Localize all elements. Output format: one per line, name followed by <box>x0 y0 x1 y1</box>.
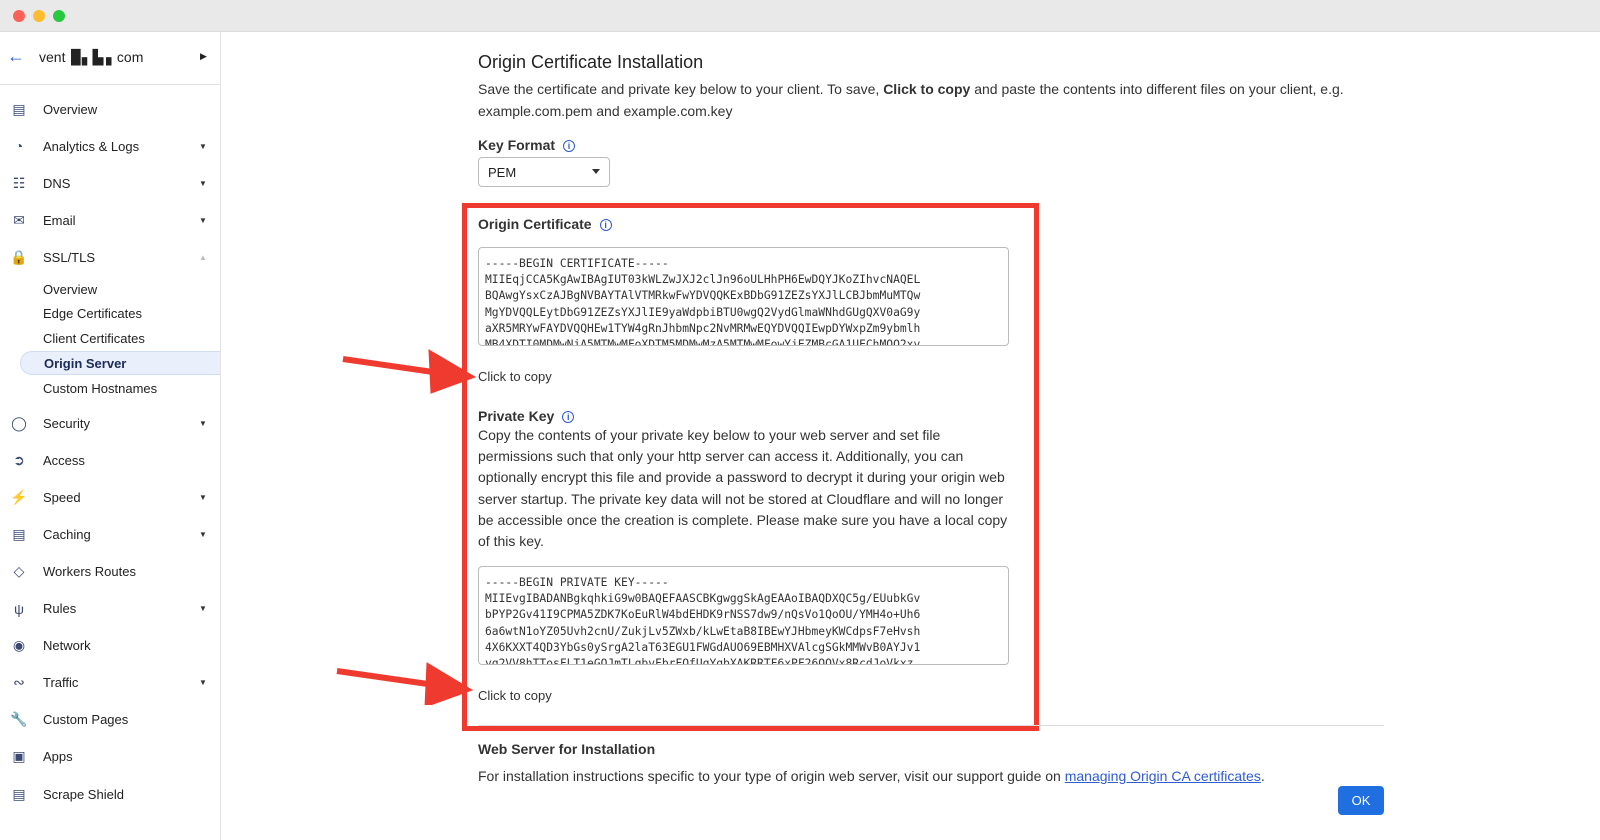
chevron-down-icon: ▼ <box>199 141 207 151</box>
sidebar-item-overview[interactable]: ▤ Overview <box>0 94 220 124</box>
sidebar-item-security[interactable]: ◯ Security ▼ <box>0 408 220 438</box>
info-icon[interactable]: i <box>563 140 576 152</box>
sidebar-item-label: Analytics & Logs <box>43 138 140 154</box>
caret-right-icon: ▶ <box>200 51 207 61</box>
envelope-icon: ✉ <box>13 211 25 228</box>
pie-chart-icon: ◔ <box>14 138 24 155</box>
sidebar-item-label: Caching <box>43 526 91 542</box>
bolt-icon: ⚡ <box>10 488 28 505</box>
sidebar-subitem-custom-hostnames[interactable]: Custom Hostnames <box>20 376 220 400</box>
divider <box>478 725 1384 726</box>
private-key-description: Copy the contents of your private key be… <box>478 427 1008 550</box>
sidebar-item-dns[interactable]: ☷ DNS ▼ <box>0 168 220 198</box>
access-icon: ➲ <box>13 451 25 468</box>
sidebar-item-caching[interactable]: ▤ Caching ▼ <box>0 519 220 549</box>
web-server-title: Web Server for Installation <box>478 741 656 757</box>
page-title: Origin Certificate Installation <box>478 52 704 72</box>
copy-private-key-button[interactable]: Click to copy <box>478 688 552 703</box>
sidebar-item-label: Rules <box>43 601 77 616</box>
sidebar-item-label: Apps <box>43 749 73 765</box>
sidebar: ← vent ▉▖▙ ▖com ▶ ▤ Overview ◔ Analytics & … <box>0 32 221 840</box>
sidebar-item-access[interactable]: ➲ Access <box>0 445 220 475</box>
sidebar-subitem-edge-certificates[interactable]: Edge Certificates <box>20 302 220 326</box>
sidebar-subitem-origin-server[interactable]: Origin Server <box>20 351 220 376</box>
sidebar-item-network[interactable]: ◉ Network <box>0 631 220 661</box>
apps-icon: ▣ <box>12 748 26 765</box>
sidebar-item-speed[interactable]: ⚡ Speed ▼ <box>0 482 220 512</box>
location-pin-icon: ◉ <box>12 637 26 654</box>
back-arrow-icon[interactable]: ← <box>7 46 25 67</box>
chevron-down-icon: ▼ <box>199 529 207 539</box>
sidebar-item-label: Email <box>43 212 76 228</box>
key-format-select[interactable]: PEM <box>478 157 610 187</box>
chevron-down-icon: ▼ <box>199 678 207 688</box>
sidebar-item-label: Scrape Shield <box>43 786 124 802</box>
sidebar-item-email[interactable]: ✉ Email ▼ <box>0 205 220 235</box>
sidebar-item-label: Overview <box>43 101 98 117</box>
info-icon[interactable]: i <box>599 219 612 231</box>
sidebar-item-label: Security <box>43 415 90 431</box>
origin-certificate-textarea[interactable]: -----BEGIN CERTIFICATE----- MIIEqjCCA5Kg… <box>478 247 1009 346</box>
close-window-button[interactable] <box>13 10 25 22</box>
chevron-down-icon: ▼ <box>199 604 207 613</box>
chevron-up-icon: ▲ <box>199 252 207 262</box>
traffic-icon: ∾ <box>13 674 25 691</box>
lock-icon: 🔒 <box>10 248 28 265</box>
document-icon: ▤ <box>12 785 26 802</box>
chevron-down-icon: ▼ <box>199 178 207 188</box>
arrow-icon <box>342 349 477 394</box>
sidebar-item-custom-pages[interactable]: 🔧 Custom Pages <box>0 705 220 735</box>
shield-icon: ◯ <box>11 414 27 431</box>
sidebar-item-label: Custom Pages <box>43 712 129 728</box>
annotation-arrows <box>336 349 477 705</box>
minimize-window-button[interactable] <box>33 10 45 22</box>
info-icon[interactable]: i <box>562 411 575 423</box>
workers-icon: ◇ <box>13 562 25 579</box>
chevron-down-icon: ▼ <box>199 418 207 428</box>
sidebar-item-label: Workers Routes <box>43 563 136 579</box>
maximize-window-button[interactable] <box>53 10 65 22</box>
rules-icon: ψ <box>14 600 24 617</box>
network-tree-icon: ☷ <box>12 174 26 191</box>
web-server-text: For installation instructions specific t… <box>478 768 1265 784</box>
key-format-label: Key Format i <box>478 137 576 153</box>
intro-text: Save the certificate and private key bel… <box>478 81 1344 119</box>
zone-selector[interactable]: ← vent ▉▖▙ ▖com ▶ <box>0 32 220 85</box>
chevron-down-icon <box>592 169 600 174</box>
sidebar-subitem-overview[interactable]: Overview <box>20 277 220 301</box>
chevron-down-icon: ▼ <box>199 215 207 225</box>
sidebar-item-scrape-shield[interactable]: ▤ Scrape Shield <box>0 779 220 809</box>
sidebar-item-label: SSL/TLS <box>43 249 96 265</box>
sidebar-item-rules[interactable]: ψ Rules ▼ <box>0 594 220 624</box>
window-titlebar <box>0 0 1600 32</box>
wrench-icon: 🔧 <box>10 711 28 728</box>
chevron-down-icon: ▼ <box>199 492 207 502</box>
sidebar-item-analytics-logs[interactable]: ◔ Analytics & Logs ▼ <box>0 131 220 161</box>
sidebar-item-label: Speed <box>43 489 81 505</box>
copy-certificate-button[interactable]: Click to copy <box>478 369 552 384</box>
private-key-label: Private Key i <box>478 408 575 424</box>
document-icon: ▤ <box>12 100 26 117</box>
sidebar-item-label: Access <box>43 452 85 468</box>
sidebar-subitem-client-certificates[interactable]: Client Certificates <box>20 327 220 351</box>
arrow-icon <box>336 662 474 705</box>
zone-name: vent ▉▖▙ ▖com <box>39 49 144 65</box>
ok-button[interactable]: OK <box>1338 786 1384 815</box>
sidebar-item-apps[interactable]: ▣ Apps <box>0 742 220 772</box>
sidebar-item-label: Traffic <box>43 675 79 691</box>
sidebar-item-label: DNS <box>43 175 71 191</box>
private-key-textarea[interactable]: -----BEGIN PRIVATE KEY----- MIIEvgIBADAN… <box>478 566 1009 665</box>
sidebar-item-label: Network <box>43 638 91 654</box>
sidebar-item-traffic[interactable]: ∾ Traffic ▼ <box>0 668 220 698</box>
sidebar-item-ssl-tls[interactable]: 🔒 SSL/TLS ▲ <box>0 242 220 272</box>
origin-ca-guide-link[interactable]: managing Origin CA certificates <box>1065 768 1261 784</box>
server-icon: ▤ <box>12 525 26 542</box>
origin-certificate-label: Origin Certificate i <box>478 216 612 232</box>
sidebar-item-workers-routes[interactable]: ◇ Workers Routes <box>0 556 220 586</box>
